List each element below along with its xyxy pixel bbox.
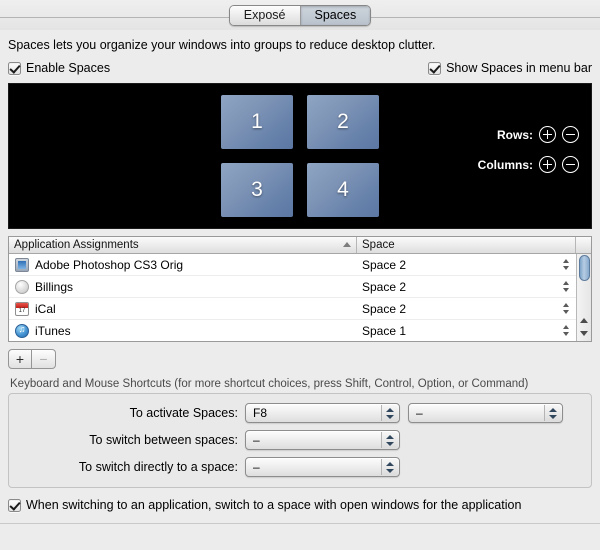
table-row[interactable]: iCal Space 2: [9, 298, 576, 320]
spaces-grid: 1 2 3 4: [221, 95, 379, 217]
list-controls: + −: [8, 349, 600, 369]
columns-stepper-row: Columns:: [478, 156, 579, 173]
cell-application: Billings: [9, 279, 357, 294]
space-value: Space 2: [362, 257, 407, 272]
rows-label: Rows:: [497, 127, 533, 142]
columns-label: Columns:: [477, 157, 533, 172]
cell-application: iCal: [9, 301, 357, 316]
space-value: Space 2: [362, 279, 407, 294]
space-value: Space 2: [362, 301, 407, 316]
checkmark-icon: [8, 498, 21, 512]
application-name: Adobe Photoshop CS3 Orig: [35, 257, 184, 272]
application-name: iTunes: [35, 323, 71, 338]
table-scrollbar[interactable]: [576, 254, 591, 341]
application-name: iCal: [35, 301, 56, 316]
space-tile[interactable]: 1: [221, 95, 293, 149]
activate-spaces-secondary-select[interactable]: –: [408, 403, 563, 423]
switch-between-spaces-value: –: [253, 433, 260, 447]
column-header-pad: [576, 237, 591, 253]
chevron-updown-icon: [381, 459, 398, 475]
column-header-application-label: Application Assignments: [14, 239, 139, 251]
enable-spaces-checkbox[interactable]: Enable Spaces: [8, 61, 110, 75]
table-rows: Adobe Photoshop CS3 Orig Space 2 Billing…: [9, 254, 576, 341]
bottom-option-row: When switching to an application, switch…: [0, 498, 600, 515]
shortcut-row-switch-directly: To switch directly to a space: –: [9, 457, 591, 477]
cell-application: Adobe Photoshop CS3 Orig: [9, 257, 357, 272]
itunes-icon: [15, 323, 29, 338]
description-text: Spaces lets you organize your windows in…: [8, 38, 436, 52]
cell-space[interactable]: Space 2: [357, 280, 576, 294]
activate-spaces-secondary-value: –: [416, 406, 423, 420]
chevron-updown-icon: [381, 405, 398, 421]
rows-stepper-row: Rows:: [478, 126, 579, 143]
scroll-down-icon[interactable]: [577, 327, 591, 340]
activate-spaces-primary-value: F8: [253, 406, 268, 420]
cell-application: iTunes: [9, 323, 357, 338]
table-row[interactable]: iTunes Space 1: [9, 320, 576, 341]
shortcuts-group-label: Keyboard and Mouse Shortcuts (for more s…: [10, 378, 529, 390]
scroll-up-icon[interactable]: [577, 314, 591, 327]
column-header-space[interactable]: Space: [357, 237, 576, 253]
tab-expose[interactable]: Exposé: [229, 5, 300, 25]
application-name: Billings: [35, 279, 74, 294]
cell-space[interactable]: Space 1: [357, 324, 576, 338]
remove-application-button[interactable]: −: [32, 349, 56, 369]
table-row[interactable]: Billings Space 2: [9, 276, 576, 298]
show-spaces-menu-bar-checkbox[interactable]: Show Spaces in menu bar: [428, 61, 592, 75]
table-row[interactable]: Adobe Photoshop CS3 Orig Space 2: [9, 254, 576, 276]
space-stepper-icon[interactable]: [563, 258, 570, 271]
shortcut-label-switch-directly: To switch directly to a space:: [78, 460, 238, 474]
columns-decrease-button[interactable]: [562, 156, 579, 173]
ical-icon: [15, 301, 29, 316]
switch-directly-to-space-select[interactable]: –: [245, 457, 400, 477]
shortcuts-group: To activate Spaces: F8 – To switch betwe…: [8, 393, 592, 488]
switch-to-space-with-windows-label: When switching to an application, switch…: [26, 498, 522, 512]
add-application-button[interactable]: +: [8, 349, 32, 369]
spaces-preview-panel: 1 2 3 4 Rows: Columns:: [8, 83, 592, 229]
sort-ascending-icon: [343, 242, 351, 247]
scrollbar-track[interactable]: [577, 281, 591, 314]
scrollbar-buttons: [577, 314, 591, 341]
rows-increase-button[interactable]: [539, 126, 556, 143]
chevron-updown-icon: [381, 432, 398, 448]
checkmark-icon: [428, 61, 442, 75]
application-assignments-table: Application Assignments Space Adobe Phot…: [8, 236, 592, 342]
tab-bar: Exposé Spaces: [0, 0, 600, 30]
column-header-space-label: Space: [362, 239, 395, 251]
shortcut-row-switch-between: To switch between spaces: –: [9, 430, 591, 450]
rows-decrease-button[interactable]: [562, 126, 579, 143]
shortcut-label-activate: To activate Spaces:: [129, 406, 238, 420]
tab-spaces[interactable]: Spaces: [299, 5, 371, 25]
enable-spaces-label: Enable Spaces: [26, 61, 111, 75]
space-stepper-icon[interactable]: [563, 302, 570, 315]
switch-directly-to-space-value: –: [253, 460, 260, 474]
top-options-row: Enable Spaces Show Spaces in menu bar: [0, 61, 600, 75]
table-body: Adobe Photoshop CS3 Orig Space 2 Billing…: [9, 254, 591, 341]
column-header-application[interactable]: Application Assignments: [9, 237, 357, 253]
table-header: Application Assignments Space: [9, 237, 591, 254]
bottom-divider: [0, 522, 600, 524]
shortcut-row-activate: To activate Spaces: F8 –: [9, 403, 591, 423]
switch-between-spaces-select[interactable]: –: [245, 430, 400, 450]
cell-space[interactable]: Space 2: [357, 302, 576, 316]
billings-icon: [15, 279, 29, 294]
checkmark-icon: [8, 61, 21, 75]
cell-space[interactable]: Space 2: [357, 258, 576, 272]
switch-to-space-with-windows-checkbox[interactable]: When switching to an application, switch…: [8, 498, 521, 512]
space-stepper-icon[interactable]: [563, 324, 570, 337]
space-tile[interactable]: 3: [221, 163, 293, 217]
tab-group: Exposé Spaces: [228, 4, 372, 26]
scrollbar-thumb[interactable]: [578, 255, 590, 281]
photoshop-icon: [15, 257, 29, 272]
grid-steppers: Rows: Columns:: [478, 126, 579, 186]
space-tile[interactable]: 2: [307, 95, 379, 149]
columns-increase-button[interactable]: [539, 156, 556, 173]
activate-spaces-primary-select[interactable]: F8: [245, 403, 400, 423]
space-tile[interactable]: 4: [307, 163, 379, 217]
space-stepper-icon[interactable]: [563, 280, 570, 293]
chevron-updown-icon: [544, 405, 561, 421]
shortcut-label-switch-between: To switch between spaces:: [89, 433, 238, 447]
show-spaces-menu-bar-label: Show Spaces in menu bar: [446, 61, 592, 75]
space-value: Space 1: [362, 323, 407, 338]
